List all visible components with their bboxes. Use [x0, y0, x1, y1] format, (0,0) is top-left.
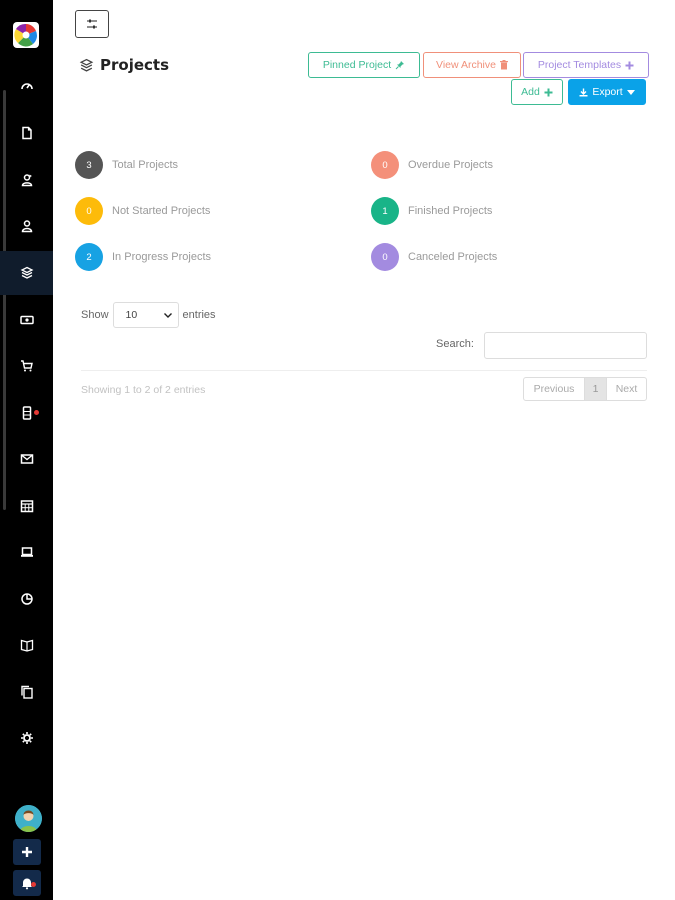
logo-icon: [14, 23, 37, 47]
stat-label: Finished Projects: [408, 205, 493, 217]
pinned-project-label: Pinned Project: [322, 59, 392, 71]
table-info: Showing 1 to 2 of 2 entries: [81, 384, 206, 396]
sliders-icon: [87, 19, 97, 29]
table-divider: [81, 370, 647, 371]
view-archive-button[interactable]: View Archive: [423, 52, 521, 78]
cart-icon: [20, 360, 33, 372]
trash-icon: [499, 60, 508, 70]
entries-length-control: Show 10 entries: [81, 302, 216, 328]
page-title: Projects: [79, 56, 169, 74]
stat-canceled-projects[interactable]: 0 Canceled Projects: [371, 243, 497, 271]
phone-icon: [22, 406, 31, 420]
stat-count: 2: [75, 243, 103, 271]
view-archive-label: View Archive: [436, 59, 496, 71]
sidebar-item-calendar[interactable]: [0, 484, 53, 528]
gear-icon: [20, 732, 33, 744]
sidebar-item-knowledge-base[interactable]: [0, 623, 53, 667]
quick-add-button[interactable]: [13, 839, 41, 865]
sidebar-item-sales[interactable]: [0, 344, 53, 388]
envelope-icon: [20, 454, 33, 464]
sidebar-item-finance[interactable]: [0, 298, 53, 342]
notifications-button[interactable]: [13, 870, 41, 896]
notification-badge: [34, 410, 39, 415]
search-label: Search:: [436, 338, 474, 350]
cube-icon: [20, 266, 33, 279]
sidebar-item-messages[interactable]: [0, 437, 53, 481]
users-icon: [21, 174, 32, 187]
stat-label: Canceled Projects: [408, 251, 498, 263]
add-project-button[interactable]: Add: [511, 79, 563, 105]
sidebar-item-copy[interactable]: [0, 670, 53, 714]
entries-select-value: 10: [125, 309, 138, 321]
stat-count: 3: [75, 151, 103, 179]
notification-badge: [31, 882, 36, 887]
stat-label: Total Projects: [112, 159, 179, 171]
copy-icon: [20, 685, 33, 699]
sidebar-item-clients[interactable]: [0, 158, 53, 202]
entries-label: entries: [182, 309, 216, 321]
book-icon: [20, 639, 33, 652]
export-button[interactable]: Export: [568, 79, 646, 105]
show-label: Show: [81, 309, 109, 321]
app-logo[interactable]: [13, 22, 39, 48]
pie-chart-icon: [20, 593, 33, 605]
chevron-down-icon: [163, 312, 172, 318]
gauge-icon: [20, 83, 33, 90]
money-icon: [19, 315, 34, 325]
file-icon: [21, 126, 32, 140]
stat-count: 0: [75, 197, 103, 225]
avatar[interactable]: [15, 805, 42, 832]
sidebar-item-settings[interactable]: [0, 716, 53, 760]
sidebar-item-dashboard[interactable]: [0, 64, 53, 108]
caret-down-icon: [626, 89, 635, 95]
laptop-icon: [20, 547, 33, 557]
plus-icon: [22, 847, 32, 857]
stat-label: In Progress Projects: [112, 251, 212, 263]
sidebar: [0, 0, 53, 900]
stat-count: 0: [371, 243, 399, 271]
sidebar-item-projects[interactable]: [0, 251, 53, 295]
stat-not-started-projects[interactable]: 0 Not Started Projects: [75, 197, 210, 225]
add-project-label: Add: [521, 86, 540, 98]
entries-select[interactable]: 10: [112, 302, 179, 328]
sidebar-item-documents[interactable]: [0, 111, 53, 155]
sidebar-item-desktop[interactable]: [0, 530, 53, 574]
page-title-text: Projects: [100, 56, 170, 74]
project-templates-label: Project Templates: [537, 59, 622, 71]
stat-count: 0: [371, 151, 399, 179]
stat-finished-projects[interactable]: 1 Finished Projects: [371, 197, 492, 225]
stat-count: 1: [371, 197, 399, 225]
plus-icon: [625, 61, 634, 69]
sidebar-item-users[interactable]: [0, 204, 53, 248]
pin-icon: [395, 61, 405, 70]
user-icon: [21, 220, 32, 233]
search-input[interactable]: [484, 332, 647, 359]
sidebar-item-devices[interactable]: [0, 391, 53, 435]
project-templates-button[interactable]: Project Templates: [523, 52, 649, 78]
stat-label: Not Started Projects: [112, 205, 211, 217]
plus-icon: [544, 88, 553, 96]
pagination-next-button[interactable]: Next: [607, 378, 646, 400]
stat-overdue-projects[interactable]: 0 Overdue Projects: [371, 151, 493, 179]
stat-total-projects[interactable]: 3 Total Projects: [75, 151, 178, 179]
stat-in-progress-projects[interactable]: 2 In Progress Projects: [75, 243, 211, 271]
cube-icon: [79, 58, 94, 72]
pagination: Previous 1 Next: [523, 377, 647, 401]
stat-label: Overdue Projects: [408, 159, 493, 171]
download-icon: [579, 88, 588, 96]
calendar-icon: [20, 500, 33, 513]
avatar-icon: [15, 805, 42, 832]
pagination-page-button[interactable]: 1: [585, 378, 607, 400]
filter-toggle-button[interactable]: [75, 10, 109, 38]
pinned-project-button[interactable]: Pinned Project: [308, 52, 420, 78]
sidebar-item-reports[interactable]: [0, 577, 53, 621]
export-label: Export: [592, 86, 623, 98]
pagination-previous-button[interactable]: Previous: [524, 378, 585, 400]
